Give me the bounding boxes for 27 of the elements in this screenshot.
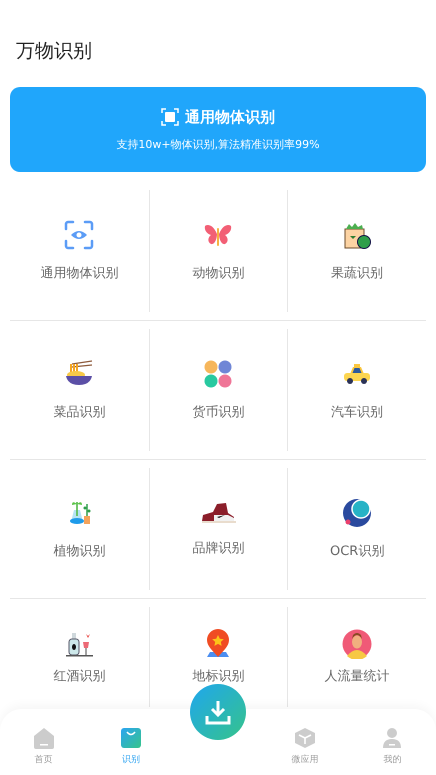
feature-item[interactable]: 人流量统计 — [287, 607, 426, 707]
tab-item[interactable]: 微应用 — [262, 718, 349, 766]
feature-item[interactable]: 果蔬识别 — [287, 190, 426, 312]
download-icon — [205, 699, 231, 725]
banner-title: 通用物体识别 — [185, 108, 275, 126]
scan-icon — [161, 108, 179, 126]
page-title: 万物识别 — [15, 39, 93, 64]
shopping-bag-icon — [120, 726, 142, 748]
banner-subtitle: 支持10w+物体识别,算法精准识别率99% — [116, 136, 320, 152]
feature-item[interactable]: 货币识别 — [148, 329, 288, 451]
user-icon — [381, 726, 404, 748]
feature-item[interactable]: 红酒识别 — [10, 607, 149, 707]
tab-item[interactable]: 我的 — [348, 718, 436, 766]
feature-item[interactable]: 动物识别 — [148, 190, 288, 312]
feature-item[interactable]: OCR识别 — [287, 468, 426, 590]
coins-icon — [203, 359, 234, 389]
eye-scan-icon — [64, 220, 94, 250]
sneaker-icon — [200, 501, 236, 525]
feature-item[interactable]: 菜品识别 — [10, 329, 149, 451]
feature-item[interactable]: 植物识别 — [10, 468, 149, 590]
cube-icon — [294, 726, 316, 748]
person-avatar-icon — [342, 629, 372, 659]
feature-item[interactable]: 通用物体识别 — [10, 190, 149, 312]
tab-item[interactable]: 首页 — [0, 718, 88, 766]
home-icon — [32, 726, 55, 748]
feature-item[interactable]: 汽车识别 — [287, 329, 426, 451]
feature-item[interactable]: 品牌识别 — [148, 468, 288, 590]
